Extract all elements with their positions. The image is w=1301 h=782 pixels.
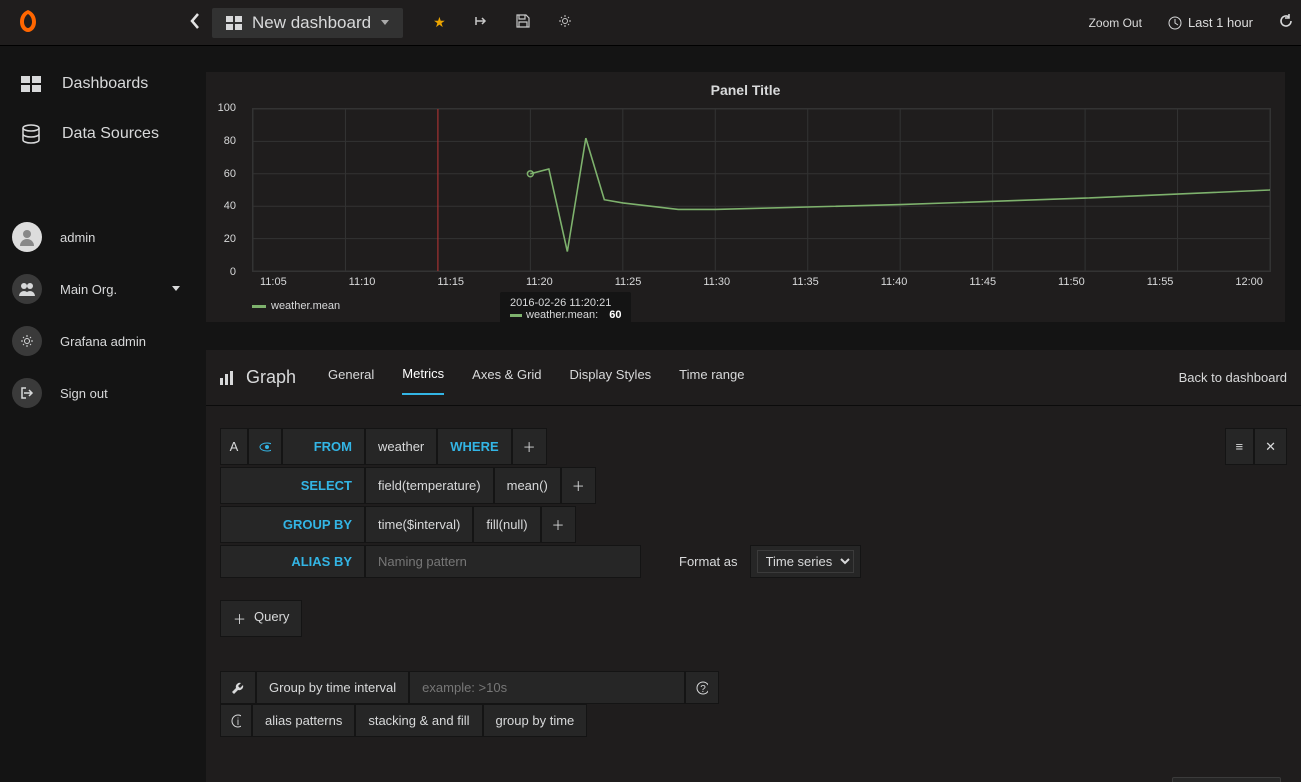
toggle-visibility-icon[interactable] xyxy=(248,428,282,465)
alias-input[interactable] xyxy=(378,554,628,569)
clock-icon xyxy=(1168,16,1182,30)
datasource-selector[interactable]: testDB xyxy=(1172,777,1281,782)
add-groupby-button[interactable]: ＋ xyxy=(541,506,576,543)
sidebar-grafana-admin[interactable]: Grafana admin xyxy=(0,320,200,362)
refresh-icon[interactable] xyxy=(1279,14,1293,31)
select-agg[interactable]: mean() xyxy=(494,467,561,504)
query-menu-icon[interactable]: ≡ xyxy=(1225,428,1255,465)
sidebar-item-dashboards[interactable]: Dashboards xyxy=(0,66,200,102)
add-where-button[interactable]: ＋ xyxy=(512,428,547,465)
database-icon xyxy=(18,124,44,144)
sidebar-item-datasources[interactable]: Data Sources xyxy=(0,116,200,152)
alias-input-cell xyxy=(365,545,641,578)
back-to-dashboard-link[interactable]: Back to dashboard xyxy=(1179,370,1287,385)
groupby-keyword: GROUP BY xyxy=(220,506,365,543)
legend-swatch xyxy=(252,305,266,308)
panel-title[interactable]: Panel Title xyxy=(206,72,1285,102)
x-axis: 11:0511:1011:1511:2011:2511:3011:3511:40… xyxy=(252,276,1271,288)
help-icon[interactable]: ? xyxy=(685,671,719,704)
chart-legend[interactable]: weather.mean xyxy=(252,300,340,312)
add-select-button[interactable]: ＋ xyxy=(561,467,596,504)
help-alias-patterns[interactable]: alias patterns xyxy=(252,704,355,737)
tab-time-range[interactable]: Time range xyxy=(679,361,744,394)
select-field[interactable]: field(temperature) xyxy=(365,467,494,504)
dashboard-title-text: New dashboard xyxy=(252,13,371,33)
gear-icon xyxy=(12,326,42,356)
tab-display-styles[interactable]: Display Styles xyxy=(570,361,652,394)
where-keyword: WHERE xyxy=(437,428,511,465)
grafana-logo-icon[interactable] xyxy=(8,3,48,43)
svg-text:?: ? xyxy=(700,684,706,695)
y-axis: 100806040200 xyxy=(212,108,248,272)
signout-icon xyxy=(12,378,42,408)
zoom-out-button[interactable]: Zoom Out xyxy=(1089,16,1142,30)
plot-area[interactable] xyxy=(252,108,1271,272)
query-letter[interactable]: A xyxy=(220,428,248,465)
gbti-input-cell xyxy=(409,671,685,704)
time-range-picker[interactable]: Last 1 hour xyxy=(1168,15,1253,30)
share-icon[interactable] xyxy=(474,14,488,31)
chevron-down-icon xyxy=(172,286,180,292)
chart-tooltip: 2016-02-26 11:20:21 weather.mean: 60 xyxy=(500,292,631,326)
dashboards-icon xyxy=(18,74,44,94)
graph-panel: Panel Title 100806040200 11:0511:1011:15… xyxy=(206,72,1285,322)
help-stacking[interactable]: stacking & and fill xyxy=(355,704,482,737)
tab-axes[interactable]: Axes & Grid xyxy=(472,361,541,394)
add-query-button[interactable]: ＋ Query xyxy=(220,600,302,637)
sidebar: Dashboards Data Sources admin Main Org. … xyxy=(0,46,200,782)
info-icon[interactable]: i xyxy=(220,704,252,737)
format-as-select[interactable]: Time series xyxy=(757,550,854,573)
groupby-time[interactable]: time($interval) xyxy=(365,506,473,543)
remove-query-icon[interactable]: ✕ xyxy=(1254,428,1287,465)
svg-text:i: i xyxy=(237,717,239,728)
users-icon xyxy=(12,274,42,304)
panel-type-label: Graph xyxy=(220,367,296,388)
barchart-icon xyxy=(220,371,236,385)
avatar-icon xyxy=(12,222,42,252)
format-as-select-cell: Time series xyxy=(750,545,861,578)
sidebar-signout[interactable]: Sign out xyxy=(0,372,200,414)
settings-icon[interactable] xyxy=(558,14,572,31)
panels-icon xyxy=(226,16,242,30)
sidebar-org[interactable]: Main Org. xyxy=(0,268,200,310)
dashboard-title-dropdown[interactable]: New dashboard xyxy=(212,8,403,38)
tooltip-swatch xyxy=(510,314,522,317)
star-icon[interactable]: ★ xyxy=(433,14,446,31)
tab-metrics[interactable]: Metrics xyxy=(402,360,444,395)
gbti-input[interactable] xyxy=(422,680,672,695)
chevron-down-icon xyxy=(381,20,389,26)
select-keyword: SELECT xyxy=(220,467,365,504)
chart-area[interactable]: 100806040200 11:0511:1011:1511:2011:2511… xyxy=(212,102,1271,322)
panel-editor: Graph General Metrics Axes & Grid Displa… xyxy=(206,350,1301,782)
wrench-icon[interactable] xyxy=(220,671,256,704)
help-group-by-time[interactable]: group by time xyxy=(483,704,588,737)
from-keyword: FROM xyxy=(282,428,365,465)
format-as-label: Format as xyxy=(667,545,750,578)
back-button[interactable] xyxy=(178,13,212,32)
groupby-fill[interactable]: fill(null) xyxy=(473,506,540,543)
aliasby-keyword: ALIAS BY xyxy=(220,545,365,578)
save-icon[interactable] xyxy=(516,14,530,31)
sidebar-user[interactable]: admin xyxy=(0,216,200,258)
gbti-label: Group by time interval xyxy=(256,671,409,704)
plus-icon: ＋ xyxy=(233,609,246,628)
tab-general[interactable]: General xyxy=(328,361,374,394)
from-value[interactable]: weather xyxy=(365,428,437,465)
